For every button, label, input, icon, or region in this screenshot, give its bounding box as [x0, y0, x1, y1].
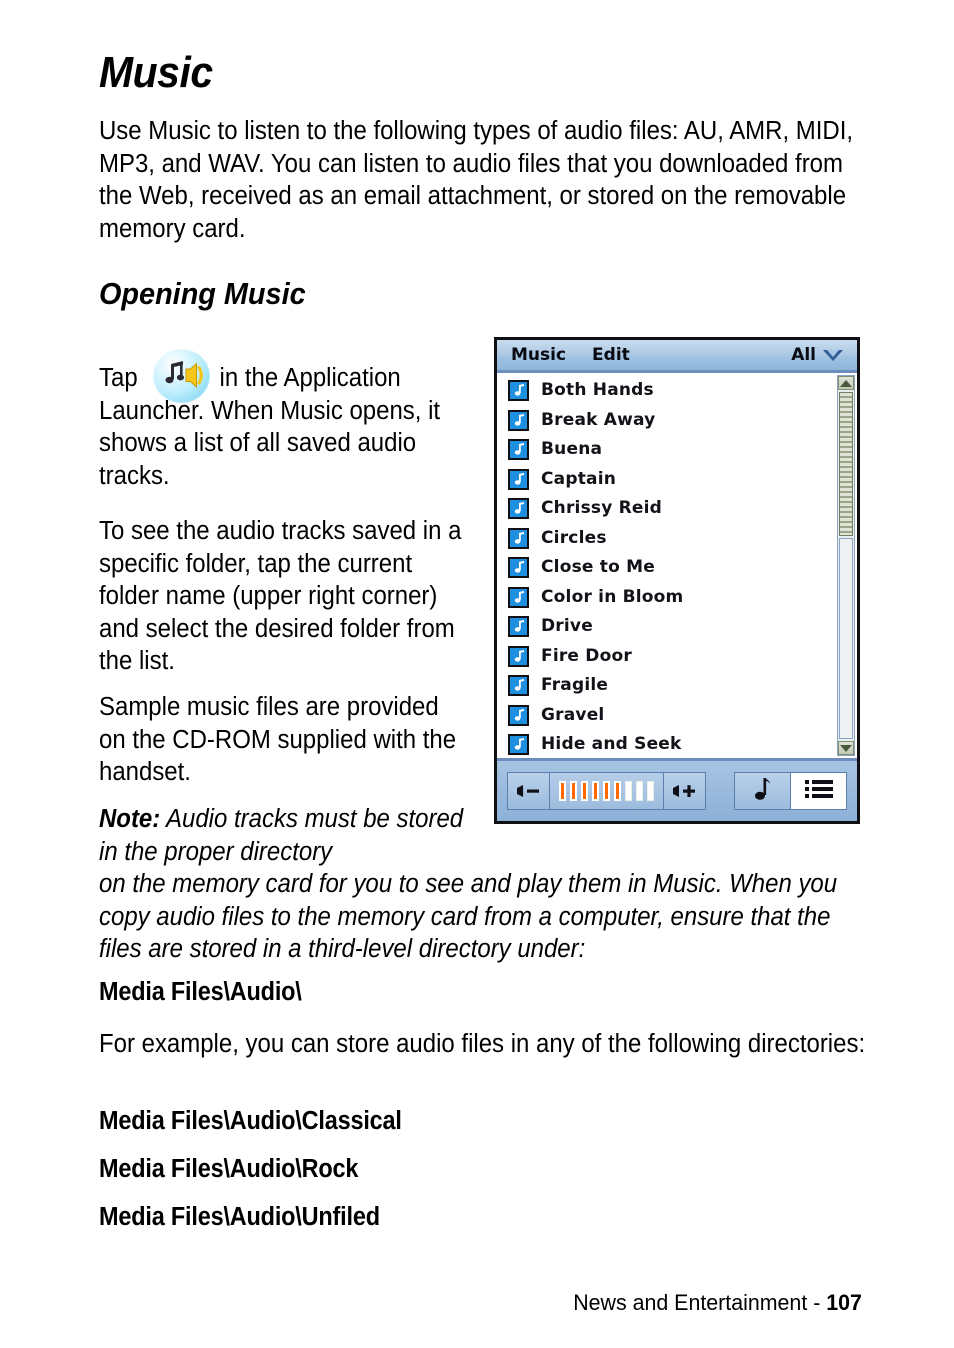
- volume-down-icon[interactable]: [508, 773, 550, 809]
- volume-up-icon[interactable]: [663, 773, 705, 809]
- volume-segment: [570, 781, 577, 801]
- path-rock: Media Files\Audio\Rock: [99, 1155, 359, 1183]
- track-title: Hide and Seek: [541, 734, 682, 755]
- list-item[interactable]: Break Away: [497, 406, 835, 436]
- example-paragraph: For example, you can store audio files i…: [99, 1030, 866, 1058]
- music-note-icon: [508, 645, 529, 667]
- music-note-icon: [508, 468, 529, 490]
- list-item[interactable]: Buena: [497, 435, 835, 465]
- menu-edit[interactable]: Edit: [592, 346, 630, 364]
- note-label: Note:: [99, 805, 161, 833]
- device-screenshot: Music Edit All Both Hands Break Away Bue…: [494, 337, 860, 824]
- menu-music[interactable]: Music: [511, 346, 566, 364]
- music-note-icon: [508, 586, 529, 608]
- tap-suffix: in the Application Launcher. When Music …: [99, 364, 441, 490]
- list-item[interactable]: Chrissy Reid: [497, 494, 835, 524]
- list-item[interactable]: Color in Bloom: [497, 583, 835, 613]
- category-label: All: [791, 344, 816, 365]
- music-note-icon: [508, 675, 529, 697]
- track-title: Chrissy Reid: [541, 498, 663, 519]
- scrollbar-thumb[interactable]: [839, 392, 853, 536]
- list-item[interactable]: Close to Me: [497, 553, 835, 583]
- music-note-icon: [508, 498, 529, 520]
- track-list: Both Hands Break Away Buena Captain Chri…: [497, 376, 835, 758]
- footer-page-number: 107: [826, 1290, 862, 1315]
- track-title: Drive: [541, 616, 593, 637]
- track-title: Captain: [541, 468, 617, 489]
- scroll-down-arrow: [840, 744, 852, 752]
- list-item[interactable]: Fragile: [497, 671, 835, 701]
- volume-segment: [614, 781, 621, 801]
- view-mode-buttons: [734, 772, 847, 810]
- category-selector[interactable]: All: [791, 344, 849, 365]
- music-app-icon: [153, 349, 210, 403]
- page-footer: News and Entertainment - 107: [573, 1290, 862, 1316]
- music-note-icon: [508, 734, 529, 756]
- track-title: Fire Door: [541, 645, 632, 666]
- section-heading: Opening Music: [99, 276, 306, 311]
- now-playing-button[interactable]: [735, 773, 790, 809]
- track-title: Close to Me: [541, 557, 655, 578]
- music-note-icon: [508, 409, 529, 431]
- music-note-icon: [508, 439, 529, 461]
- track-title: Both Hands: [541, 380, 654, 401]
- scroll-up-icon[interactable]: [838, 376, 854, 390]
- volume-segment: [581, 781, 588, 801]
- track-title: Circles: [541, 527, 607, 548]
- list-item[interactable]: Gravel: [497, 701, 835, 731]
- track-title: Buena: [541, 439, 603, 460]
- volume-control: [507, 772, 706, 810]
- scrollbar-track[interactable]: [839, 538, 853, 739]
- chevron-down-icon: [823, 349, 843, 361]
- track-title: Color in Bloom: [541, 586, 684, 607]
- volume-segment: [592, 781, 599, 801]
- track-title: Gravel: [541, 704, 605, 725]
- device-toolbar: [497, 758, 857, 821]
- volume-segment: [625, 781, 632, 801]
- path-classical: Media Files\Audio\Classical: [99, 1107, 402, 1135]
- list-item[interactable]: Hide and Seek: [497, 730, 835, 758]
- list-item[interactable]: Drive: [497, 612, 835, 642]
- track-title: Break Away: [541, 409, 656, 430]
- scroll-down-icon[interactable]: [838, 741, 854, 755]
- list-item[interactable]: Both Hands: [497, 376, 835, 406]
- list-item[interactable]: Circles: [497, 524, 835, 554]
- track-list-area: Both Hands Break Away Buena Captain Chri…: [497, 373, 857, 758]
- list-item[interactable]: Fire Door: [497, 642, 835, 672]
- list-view-icon: [804, 779, 833, 804]
- music-note-icon: [508, 527, 529, 549]
- note-paragraph-wide: on the memory card for you to see and pl…: [99, 870, 838, 963]
- music-note-icon: [508, 557, 529, 579]
- tap-prefix: Tap: [99, 364, 138, 392]
- volume-segment: [647, 781, 654, 801]
- footer-chapter: News and Entertainment -: [573, 1290, 827, 1315]
- music-note-icon: [753, 776, 773, 807]
- music-note-icon: [508, 380, 529, 402]
- vertical-scrollbar[interactable]: [837, 375, 855, 756]
- track-title: Fragile: [541, 675, 609, 696]
- path-unfiled: Media Files\Audio\Unfiled: [99, 1203, 380, 1231]
- folder-paragraph: To see the audio tracks saved in a speci…: [99, 517, 462, 675]
- note-paragraph-column: Note: Audio tracks must be stored in the…: [99, 803, 470, 868]
- volume-segment: [603, 781, 610, 801]
- intro-paragraph: Use Music to listen to the following typ…: [99, 117, 854, 243]
- path-root: Media Files\Audio\: [99, 978, 302, 1006]
- list-view-button[interactable]: [790, 773, 846, 809]
- device-titlebar: Music Edit All: [497, 340, 857, 373]
- page-title: Music: [99, 48, 213, 97]
- volume-segment: [559, 781, 566, 801]
- scroll-up-arrow: [840, 379, 852, 387]
- manual-page: Music Use Music to listen to the followi…: [0, 0, 954, 1348]
- music-note-icon: [508, 616, 529, 638]
- music-note-icon: [508, 704, 529, 726]
- list-item[interactable]: Captain: [497, 465, 835, 495]
- volume-segment: [636, 781, 643, 801]
- sample-paragraph: Sample music files are provided on the C…: [99, 693, 457, 786]
- volume-level-bars[interactable]: [550, 773, 663, 809]
